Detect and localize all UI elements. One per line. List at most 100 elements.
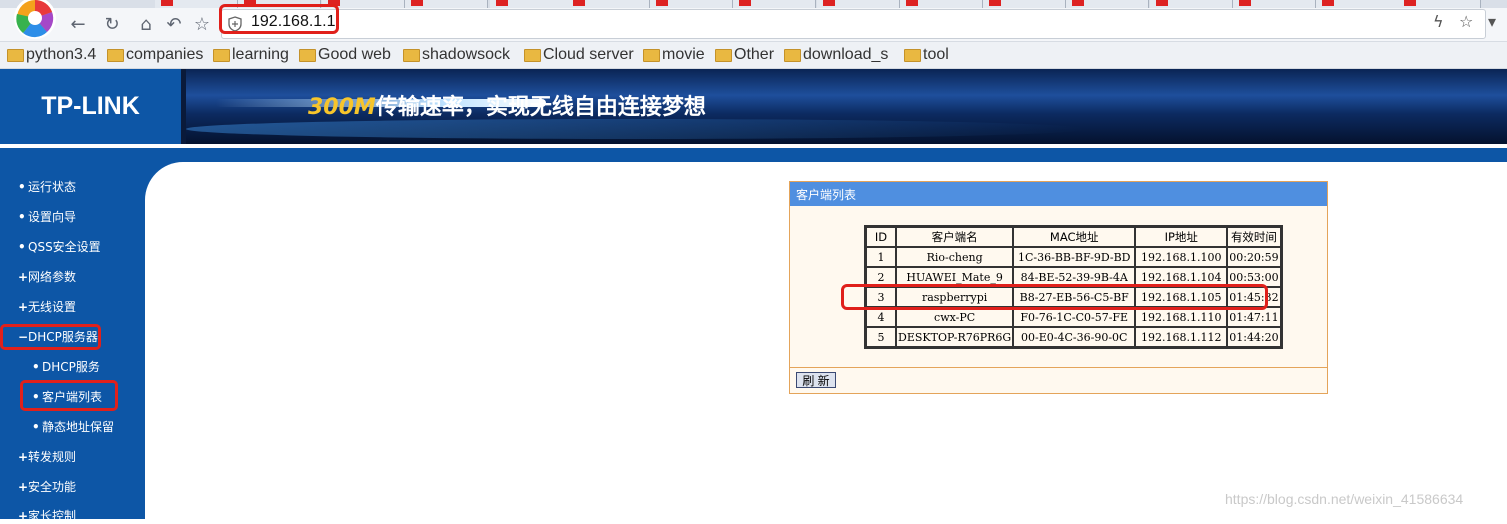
- browser-tab[interactable]: [1066, 0, 1149, 8]
- cell-mac: F0-76-1C-C0-57-FE: [1013, 307, 1136, 327]
- menu-icon[interactable]: ▾: [1488, 12, 1496, 31]
- browser-tab[interactable]: [1316, 0, 1399, 8]
- folder-icon: [524, 48, 541, 62]
- browser-tab[interactable]: [405, 0, 488, 8]
- cell-client-name: cwx-PC: [896, 307, 1014, 327]
- tab-favicon-icon: [1239, 0, 1251, 6]
- cell-lease: 01:44:20: [1227, 327, 1281, 347]
- folder-icon: [107, 48, 124, 62]
- cell-mac: 00-E0-4C-36-90-0C: [1013, 327, 1136, 347]
- tplink-logo: TP-LINK: [41, 92, 140, 120]
- menu-item-network[interactable]: + 网络参数: [18, 269, 76, 285]
- raspberrypi-row-highlight-box: [841, 284, 1268, 310]
- panel-title: 客户端列表: [796, 188, 857, 202]
- browser-tab[interactable]: [817, 0, 900, 8]
- table-row: 4 cwx-PC F0-76-1C-C0-57-FE 192.168.1.110…: [866, 307, 1281, 327]
- browser-tab[interactable]: [490, 0, 573, 8]
- folder-icon: [403, 48, 420, 62]
- bookmark-tool[interactable]: tool: [904, 45, 949, 65]
- back-icon[interactable]: ←: [66, 12, 90, 36]
- col-header-client-name: 客户端名: [896, 227, 1014, 247]
- folder-icon: [784, 48, 801, 62]
- browser-tab[interactable]: [983, 0, 1066, 8]
- folder-icon: [7, 48, 24, 62]
- bookmark-movie[interactable]: movie: [643, 45, 705, 65]
- cell-id: 4: [866, 307, 896, 327]
- cell-id: 1: [866, 247, 896, 267]
- bookmark-python[interactable]: python3.4: [7, 45, 96, 65]
- col-header-lease: 有效时间: [1227, 227, 1281, 247]
- top-blue-strip: [0, 148, 1507, 162]
- panel-divider: [790, 367, 1327, 368]
- menu-item-wizard[interactable]: • 设置向导: [18, 209, 76, 225]
- folder-icon: [904, 48, 921, 62]
- browser-tab[interactable]: [900, 0, 983, 8]
- router-header: TP-LINK 300M传输速率，实现无线自由连接梦想: [0, 69, 1507, 144]
- menu-item-qss[interactable]: • QSS安全设置: [18, 239, 101, 255]
- favorite-star-icon[interactable]: ☆: [1459, 12, 1473, 31]
- tab-favicon-icon: [1322, 0, 1334, 6]
- menu-item-wireless[interactable]: + 无线设置: [18, 299, 76, 315]
- tab-favicon-icon: [906, 0, 918, 6]
- reload-icon[interactable]: ↻: [100, 12, 124, 36]
- folder-icon: [715, 48, 732, 62]
- cell-lease: 00:20:59: [1227, 247, 1281, 267]
- bookmark-download[interactable]: download_s: [784, 45, 888, 65]
- browser-tab[interactable]: [1398, 0, 1481, 8]
- cell-client-name: DESKTOP-R76PR6G: [896, 327, 1014, 347]
- bookmark-shadowsock[interactable]: shadowsock: [403, 45, 510, 65]
- menu-item-static-address[interactable]: • 静态地址保留: [32, 419, 114, 435]
- browser-tab[interactable]: [650, 0, 733, 8]
- tab-favicon-icon: [496, 0, 508, 6]
- browser-tab[interactable]: [567, 0, 650, 8]
- browser-tab[interactable]: [1233, 0, 1316, 8]
- tab-favicon-icon: [739, 0, 751, 6]
- bookmark-cloud-server[interactable]: Cloud server: [524, 45, 634, 65]
- banner-slogan: 传输速率，实现无线自由连接梦想: [375, 95, 706, 120]
- panel-title-bar: 客户端列表: [790, 182, 1327, 206]
- menu-item-dhcp-service[interactable]: • DHCP服务: [32, 359, 100, 375]
- refresh-button[interactable]: 刷 新: [796, 372, 836, 388]
- tab-favicon-icon: [823, 0, 835, 6]
- browser-tab[interactable]: [1150, 0, 1233, 8]
- banner-speed: 300M: [308, 95, 376, 120]
- undo-icon[interactable]: ↶: [162, 12, 186, 36]
- browser-logo-icon[interactable]: [11, 0, 59, 40]
- table-row: 1 Rio-cheng 1C-36-BB-BF-9D-BD 192.168.1.…: [866, 247, 1281, 267]
- bookmark-learning[interactable]: learning: [213, 45, 289, 65]
- bookmark-star-icon[interactable]: ☆: [190, 12, 214, 36]
- bookmark-companies[interactable]: companies: [107, 45, 203, 65]
- tab-favicon-icon: [989, 0, 1001, 6]
- tab-favicon-icon: [411, 0, 423, 6]
- watermark: https://blog.csdn.net/weixin_41586634: [1225, 491, 1464, 507]
- bookmarks-bar: python3.4 companies learning Good web sh…: [0, 42, 1507, 69]
- address-bar[interactable]: 192.168.1.1: [221, 9, 1486, 39]
- menu-item-security[interactable]: + 安全功能: [18, 479, 76, 495]
- table-header-row: ID 客户端名 MAC地址 IP地址 有效时间: [866, 227, 1281, 247]
- bookmark-other[interactable]: Other: [715, 45, 774, 65]
- router-banner: 300M传输速率，实现无线自由连接梦想: [186, 69, 1507, 144]
- col-header-id: ID: [866, 227, 896, 247]
- home-icon[interactable]: ⌂: [134, 12, 158, 36]
- lightning-icon[interactable]: ϟ: [1433, 12, 1444, 31]
- table-row: 5 DESKTOP-R76PR6G 00-E0-4C-36-90-0C 192.…: [866, 327, 1281, 347]
- menu-item-forwarding[interactable]: + 转发规则: [18, 449, 76, 465]
- cell-ip: 192.168.1.112: [1135, 327, 1228, 347]
- folder-icon: [213, 48, 230, 62]
- client-list-highlight-box: [20, 380, 118, 411]
- browser-tab[interactable]: [733, 0, 816, 8]
- tab-favicon-icon: [1404, 0, 1416, 6]
- col-header-ip: IP地址: [1135, 227, 1228, 247]
- menu-item-status[interactable]: • 运行状态: [18, 179, 76, 195]
- address-highlight-box: [219, 4, 339, 34]
- menu-item-parental[interactable]: + 家长控制: [18, 508, 76, 524]
- cell-mac: 1C-36-BB-BF-9D-BD: [1013, 247, 1136, 267]
- folder-icon: [643, 48, 660, 62]
- tab-favicon-icon: [573, 0, 585, 6]
- col-header-mac: MAC地址: [1013, 227, 1136, 247]
- cell-client-name: Rio-cheng: [896, 247, 1014, 267]
- content-corner-curve: [145, 162, 225, 222]
- tab-favicon-icon: [1072, 0, 1084, 6]
- bookmark-good-web[interactable]: Good web: [299, 45, 391, 65]
- banner-text: 300M传输速率，实现无线自由连接梦想: [308, 89, 706, 121]
